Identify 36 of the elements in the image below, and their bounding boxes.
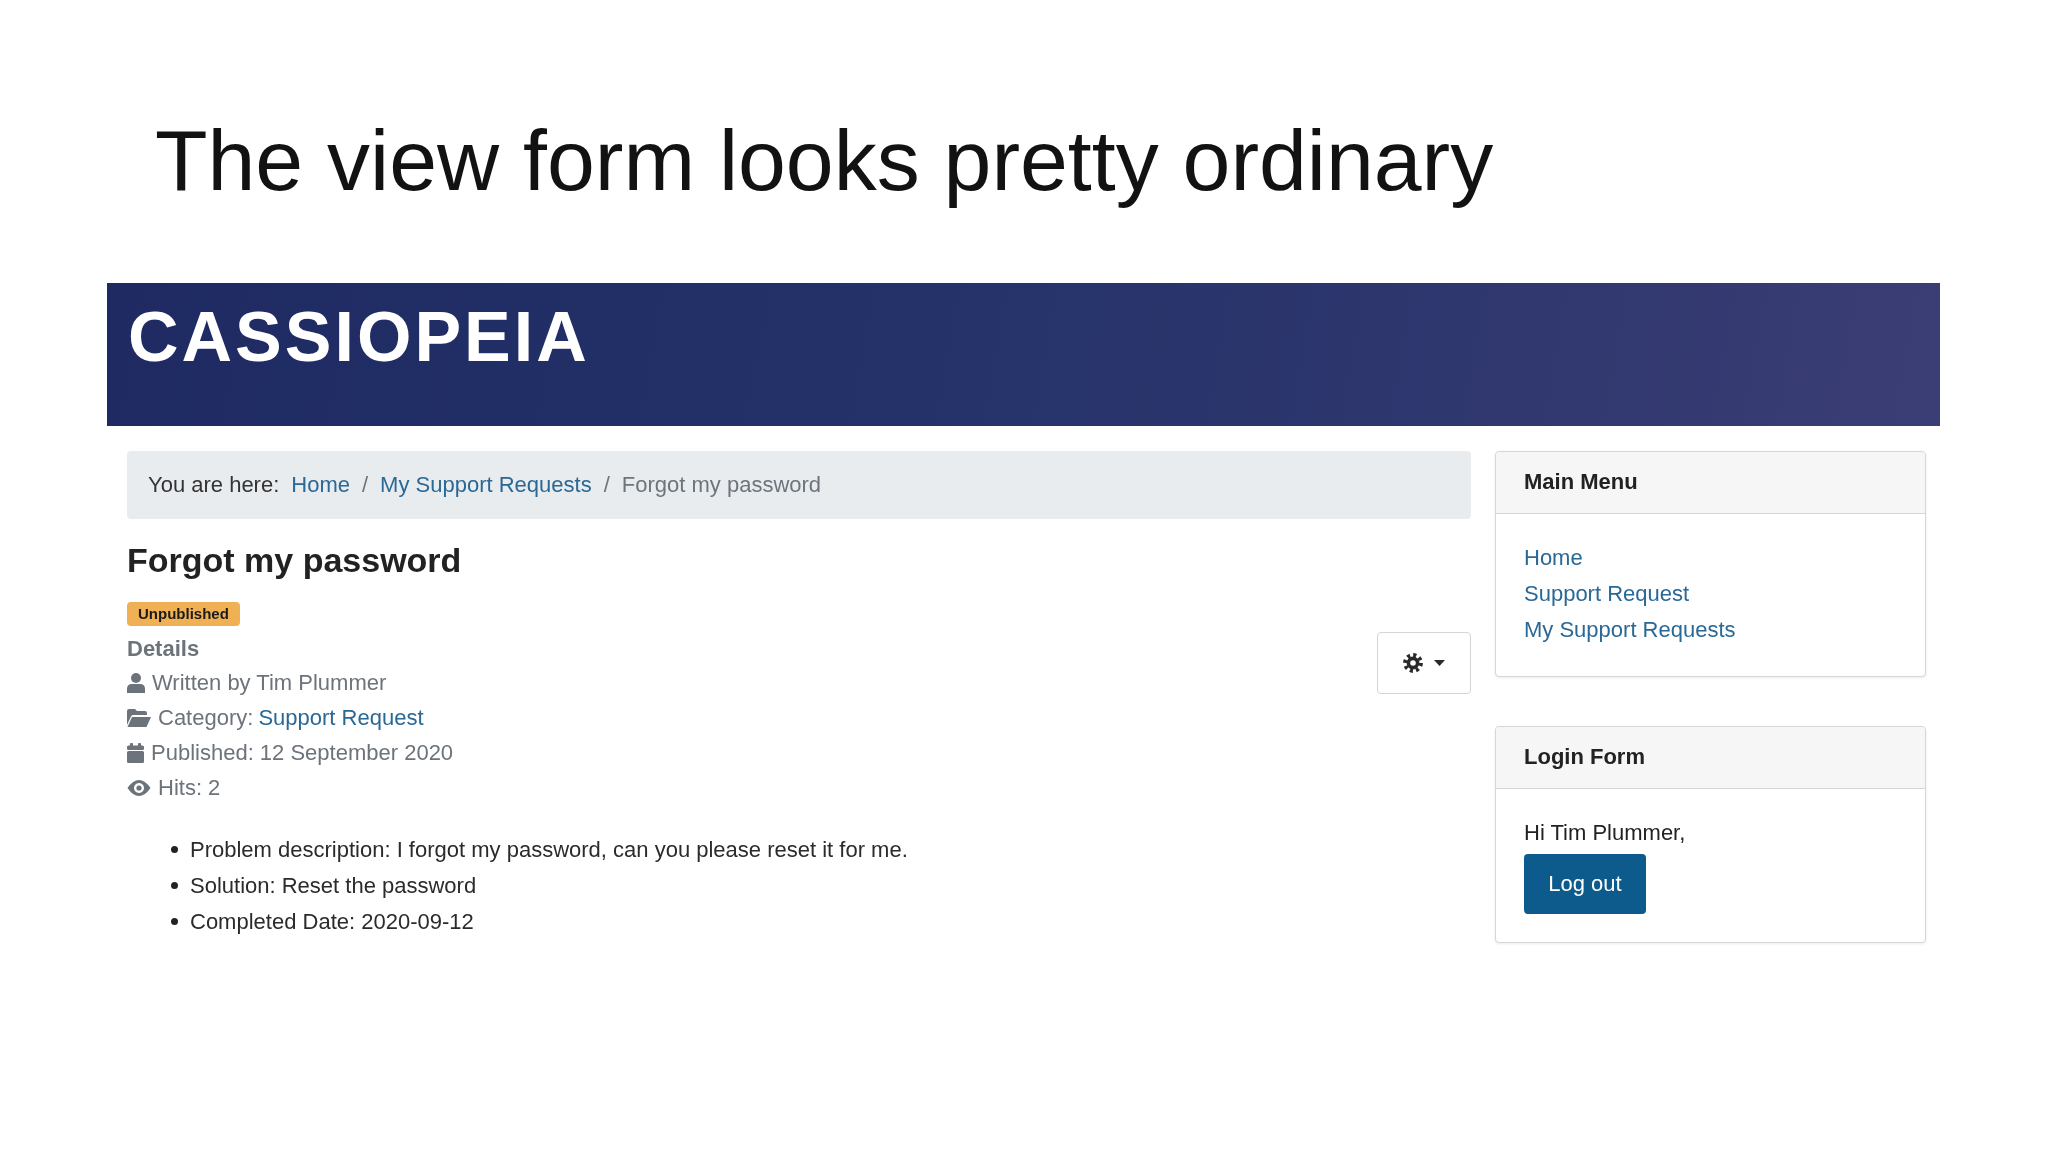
breadcrumb-separator: / [603,471,610,498]
folder-icon [127,709,151,728]
breadcrumb-link[interactable]: My Support Requests [380,471,592,498]
meta-text: Published: 12 September 2020 [151,740,454,767]
slide-title: The view form looks pretty ordinary [155,111,1494,210]
eye-icon [127,780,151,797]
status-badge: Unpublished [127,601,240,626]
article-title: Forgot my password [127,539,462,581]
field-text: Problem description: I forgot my password, can you please reset it for me. [190,836,908,863]
user-icon [127,673,145,694]
bullet-icon [171,846,178,854]
caret-icon [1434,659,1445,666]
module-header: Login Form [1496,726,1925,789]
breadcrumb-link[interactable]: Home [291,471,350,498]
site-logo: CASSIOPEIA [128,301,590,372]
details-heading: Details [127,634,200,663]
field-text: Completed Date: 2020-09-12 [190,908,474,935]
calendar-icon [127,743,144,764]
bullet-icon [171,918,178,926]
meta-text: Hits: 2 [158,775,221,802]
menu-link[interactable]: Support Request [1524,575,1690,612]
meta-text: Written by Tim Plummer [152,670,387,697]
breadcrumb-label: You are here: [148,471,280,498]
menu-link[interactable]: Home [1524,539,1583,576]
breadcrumb-separator: / [362,471,369,498]
actions-button[interactable] [1377,631,1471,694]
module-header: Main Menu [1496,451,1925,514]
breadcrumb-current: Forgot my password [621,471,822,498]
greeting-text: Hi Tim Plummer, [1524,818,1686,847]
category-link[interactable]: Support Request [258,705,424,732]
meta-text: Category: [158,705,254,732]
gear-icon [1403,652,1423,673]
bullet-icon [171,882,178,890]
menu-link[interactable]: My Support Requests [1524,611,1736,648]
field-text: Solution: Reset the password [190,872,477,899]
logout-button[interactable]: Log out [1524,853,1646,914]
